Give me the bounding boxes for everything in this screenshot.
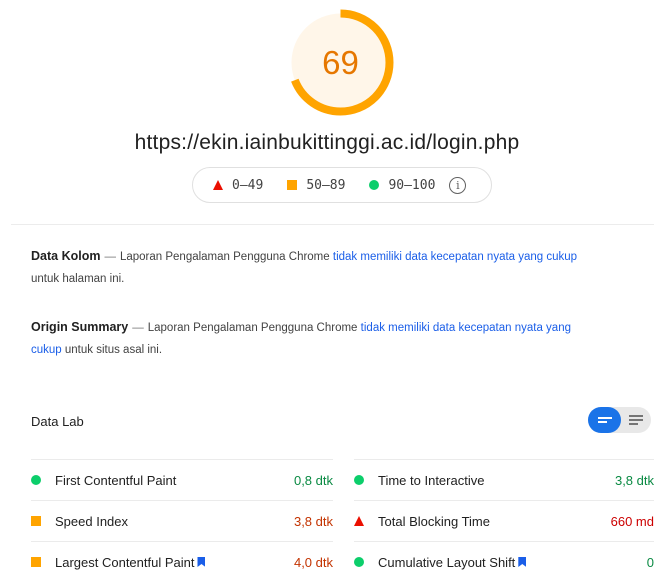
- fail-triangle-icon: [213, 180, 223, 190]
- metric-status-icon: [354, 516, 374, 526]
- metric-status-icon: [354, 475, 374, 485]
- pass-circle-icon: [369, 180, 380, 190]
- metric-value: 0: [646, 554, 654, 570]
- average-status-shape: [31, 516, 41, 526]
- lab-data-heading: Data Lab: [31, 414, 84, 429]
- metric-label: First Contentful Paint: [55, 472, 177, 488]
- legend-fail-label: 0–49: [232, 177, 264, 193]
- metric-value: 3,8 dtk: [614, 472, 654, 488]
- bookmark-flag-icon: [197, 557, 206, 567]
- legend-pass-label: 90–100: [388, 177, 436, 193]
- metric-status-icon: [31, 475, 51, 485]
- metric-row: First Contentful Paint 0,8 dtk: [31, 459, 333, 500]
- origin-summary-text-after: untuk situs asal ini.: [64, 344, 163, 356]
- average-status-shape: [31, 557, 41, 567]
- origin-summary-heading: Origin Summary: [31, 320, 129, 334]
- field-data-dash: —: [104, 251, 116, 263]
- legend-average-label: 50–89: [306, 177, 346, 193]
- metric-row: Speed Index 3,8 dtk: [31, 500, 333, 541]
- metric-label: Largest Contentful Paint: [55, 554, 195, 570]
- origin-summary-text-before: Laporan Pengalaman Pengguna Chrome: [147, 322, 358, 334]
- pass-status-shape: [31, 475, 41, 485]
- metric-value: 3,8 dtk: [293, 513, 333, 529]
- section-divider: [11, 224, 654, 225]
- field-data-text-after: untuk halaman ini.: [31, 273, 125, 285]
- pass-status-shape: [354, 557, 364, 567]
- metric-label: Total Blocking Time: [378, 513, 490, 529]
- text-view-button[interactable]: [621, 407, 651, 433]
- fail-status-shape: [354, 516, 364, 526]
- metric-label: Speed Index: [55, 513, 129, 529]
- metric-status-icon: [31, 557, 51, 567]
- performance-score-gauge: 69: [287, 9, 394, 116]
- list-view-icon: [597, 417, 612, 423]
- field-data-section: Data Kolom — Laporan Pengalaman Pengguna C…: [31, 245, 591, 290]
- metric-label: Cumulative Layout Shift: [378, 554, 516, 570]
- page-url: https://ekin.iainbukittinggi.ac.id/login…: [134, 131, 520, 154]
- origin-summary-dash: —: [132, 322, 144, 334]
- metric-row: Cumulative Layout Shift 0: [354, 541, 654, 577]
- bookmark-flag-icon: [518, 557, 527, 567]
- average-square-icon: [287, 180, 298, 190]
- origin-summary-section: Origin Summary — Laporan Pengalaman Penggu…: [31, 316, 591, 361]
- metric-value: 660 md: [610, 513, 654, 529]
- metric-label: Time to Interactive: [378, 472, 485, 488]
- legend-fail: 0–49: [213, 178, 263, 193]
- pass-status-shape: [354, 475, 364, 485]
- field-data-heading: Data Kolom: [31, 249, 101, 263]
- score-legend: 0–49 50–89 90–100 i: [192, 167, 492, 203]
- metric-row: Time to Interactive 3,8 dtk: [354, 459, 654, 500]
- legend-pass: 90–100: [369, 178, 435, 193]
- metric-status-icon: [354, 557, 374, 567]
- metric-row: Largest Contentful Paint 4,0 dtk: [31, 541, 333, 577]
- info-icon[interactable]: i: [449, 176, 467, 194]
- score-value: 69: [322, 43, 359, 81]
- text-view-icon: [629, 415, 643, 425]
- metric-row: Total Blocking Time 660 md: [354, 500, 654, 541]
- metric-value: 4,0 dtk: [293, 554, 333, 570]
- metric-value: 0,8 dtk: [293, 472, 333, 488]
- metric-status-icon: [31, 516, 51, 526]
- list-view-button[interactable]: [588, 407, 621, 433]
- field-data-text-before: Laporan Pengalaman Pengguna Chrome: [119, 251, 330, 263]
- metrics-view-toggle[interactable]: [588, 407, 651, 433]
- legend-average: 50–89: [287, 178, 345, 193]
- field-data-link[interactable]: tidak memiliki data kecepatan nyata yang…: [333, 251, 577, 263]
